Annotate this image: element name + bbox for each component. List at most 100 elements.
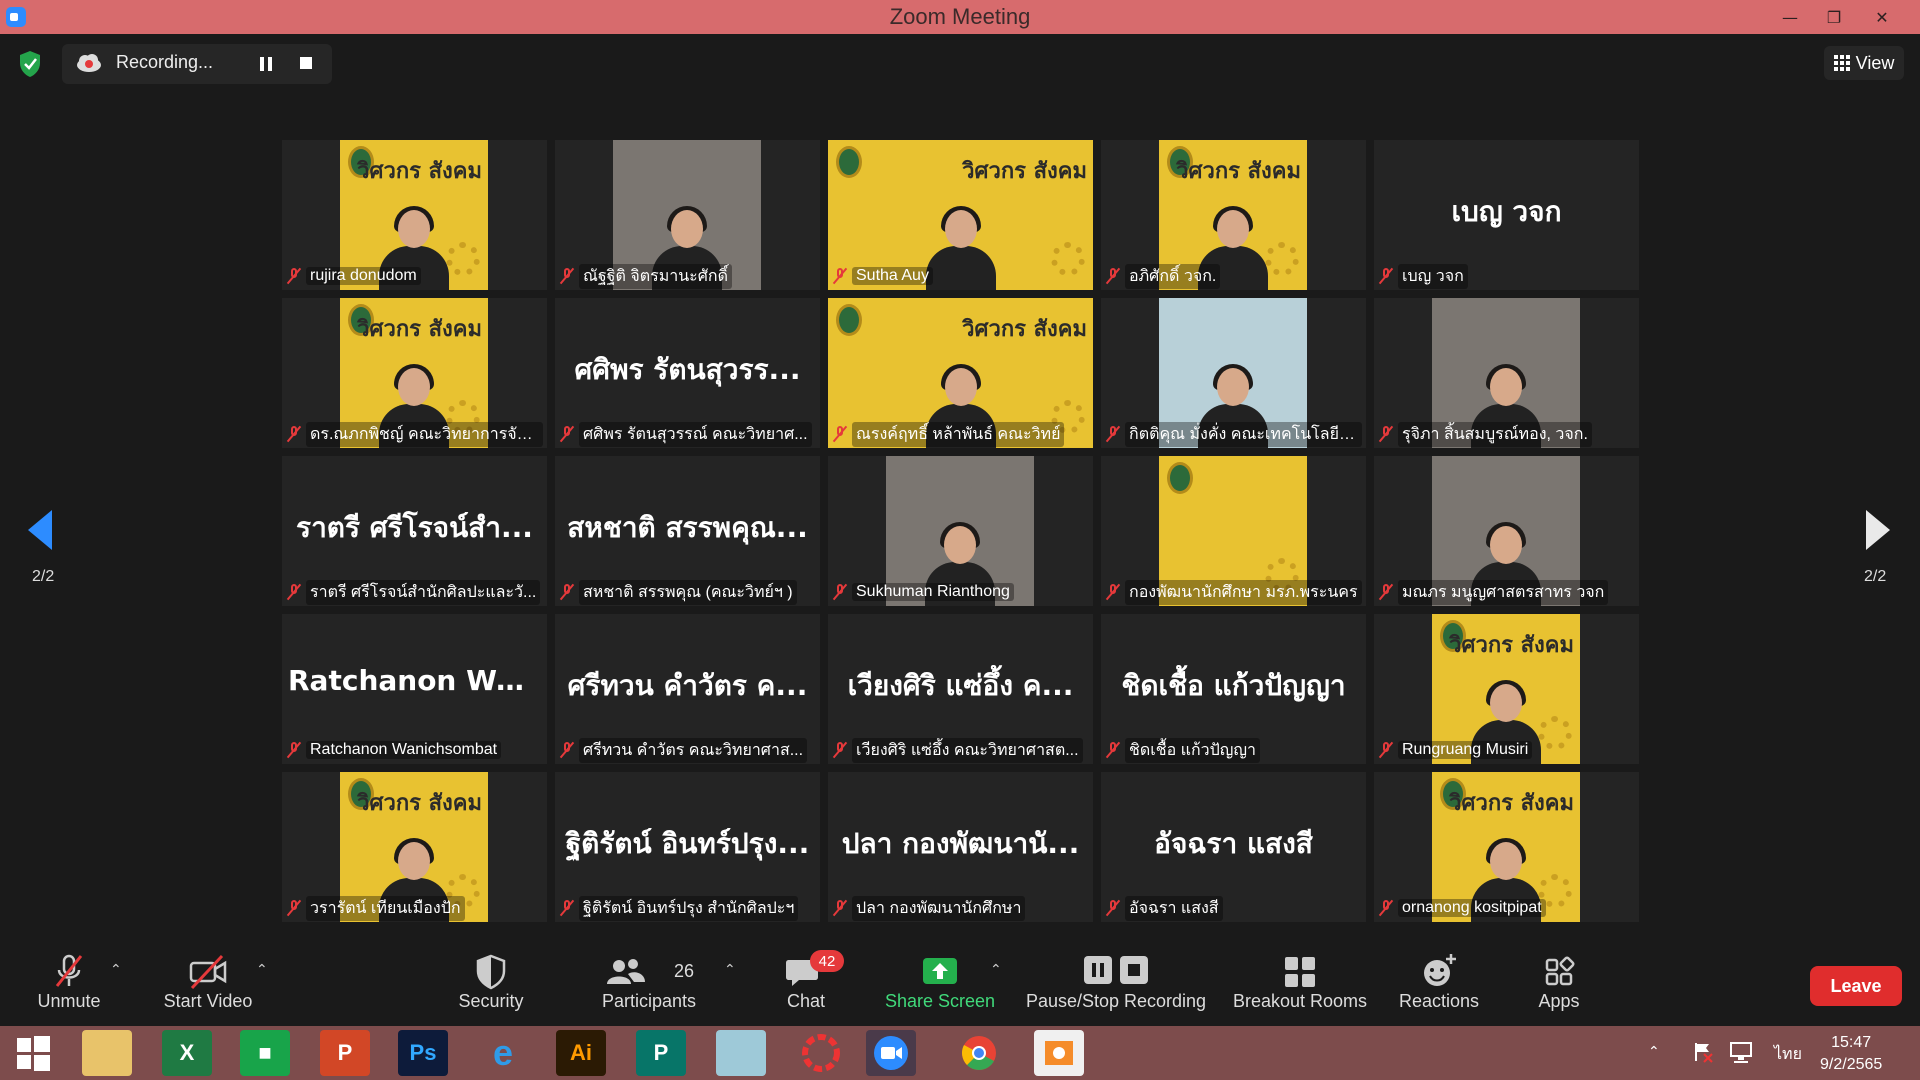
reactions-button[interactable]: Reactions bbox=[1374, 946, 1504, 1020]
powerpoint-icon[interactable]: P bbox=[320, 1030, 370, 1076]
illustrator-icon[interactable]: Ai bbox=[556, 1030, 606, 1076]
participant-video-tile[interactable]: วิศวกร สังคม ณรงค์ฤทธิ์ หล้าพันธ์ คณะวิทย… bbox=[828, 298, 1093, 448]
participant-video-tile[interactable]: วิศวกร สังคม ornanong kositpipat bbox=[1374, 772, 1639, 922]
video-options-chevron-icon[interactable]: ⌃ bbox=[256, 962, 268, 978]
participant-video-tile[interactable]: วิศวกร สังคม อภิศักดิ์ วจก. bbox=[1101, 140, 1366, 290]
share-screen-button[interactable]: Share Screen bbox=[875, 946, 1005, 1020]
show-hidden-icons-icon[interactable]: ⌃ bbox=[1648, 1044, 1660, 1060]
next-page-arrow-icon[interactable] bbox=[1866, 510, 1890, 550]
participant-video-tile[interactable]: สหชาติ สรรพคุณ... สหชาติ สรรพคุณ (คณะวิทย… bbox=[555, 456, 820, 606]
photoscape-icon[interactable] bbox=[796, 1030, 846, 1076]
network-icon[interactable] bbox=[1728, 1040, 1754, 1064]
muted-microphone-icon bbox=[1378, 267, 1394, 285]
windows-start-icon[interactable] bbox=[8, 1030, 58, 1076]
participant-name-label: ศรีทวน คำวัตร คณะวิทยาศาส... bbox=[559, 737, 816, 763]
participant-name: ศศิพร รัตนสุวรรณ์ คณะวิทยาศ... bbox=[579, 421, 812, 447]
breakout-rooms-button[interactable]: Breakout Rooms bbox=[1224, 946, 1376, 1020]
photo-viewer-icon[interactable] bbox=[1034, 1030, 1084, 1076]
apps-button[interactable]: Apps bbox=[1494, 946, 1624, 1020]
participant-name-label: เบญ วจก bbox=[1378, 263, 1635, 289]
participant-video-tile[interactable]: รุจิภา สิ้นสมบูรณ์ทอง, วจก. bbox=[1374, 298, 1639, 448]
participant-name-label: เวียงศิริ แซ่อึ้ง คณะวิทยาศาสต... bbox=[832, 737, 1089, 763]
university-seal-icon bbox=[836, 146, 862, 178]
participant-video-tile[interactable]: ศรีทวน คำวัตร ค... ศรีทวน คำวัตร คณะวิทยา… bbox=[555, 614, 820, 764]
participant-video-tile[interactable]: Ratchanon Wan... Ratchanon Wanichsombat bbox=[282, 614, 547, 764]
participant-name-label: ornanong kositpipat bbox=[1378, 896, 1635, 920]
participant-video-tile[interactable]: ราตรี ศรีโรจน์สำ... ราตรี ศรีโรจน์สำนักศิ… bbox=[282, 456, 547, 606]
encryption-shield-icon[interactable] bbox=[18, 50, 42, 78]
zoom-taskbar-icon[interactable] bbox=[866, 1030, 916, 1076]
participant-name-label: สหชาติ สรรพคุณ (คณะวิทย์ฯ ) bbox=[559, 579, 816, 605]
participant-video-tile[interactable]: กิตติคุณ มั่งคั่ง คณะเทคโนโลยีอุ... bbox=[1101, 298, 1366, 448]
participant-name: ศรีทวน คำวัตร คณะวิทยาศาส... bbox=[579, 737, 808, 763]
publisher-icon[interactable]: P bbox=[636, 1030, 686, 1076]
muted-microphone-icon bbox=[286, 267, 302, 285]
participant-video-tile[interactable]: Sukhuman Rianthong bbox=[828, 456, 1093, 606]
file-explorer-icon[interactable] bbox=[82, 1030, 132, 1076]
notepad-icon[interactable] bbox=[716, 1030, 766, 1076]
participant-video-tile[interactable]: มณภร มนูญศาสตรสาทร วจก bbox=[1374, 456, 1639, 606]
participant-name-label: รุจิภา สิ้นสมบูรณ์ทอง, วจก. bbox=[1378, 421, 1635, 447]
close-icon[interactable]: ✕ bbox=[1860, 0, 1904, 34]
participant-name: วรารัตน์ เทียนเมืองปัก bbox=[306, 895, 465, 921]
muted-microphone-icon bbox=[832, 425, 848, 443]
previous-page-arrow-icon[interactable] bbox=[28, 510, 52, 550]
muted-microphone-icon bbox=[1105, 425, 1121, 443]
zoom-app-icon bbox=[6, 7, 26, 27]
action-center-flag-icon[interactable] bbox=[1690, 1040, 1714, 1064]
participant-name-label: ดร.ณภกพิชญ์ คณะวิทยาการจัด... bbox=[286, 421, 543, 447]
internet-explorer-icon[interactable]: e bbox=[478, 1030, 528, 1076]
participant-video-tile[interactable]: วิศวกร สังคม วรารัตน์ เทียนเมืองปัก bbox=[282, 772, 547, 922]
participant-video-tile[interactable]: อัจฉรา แสงสี อัจฉรา แสงสี bbox=[1101, 772, 1366, 922]
minimize-icon[interactable]: — bbox=[1768, 0, 1812, 34]
security-label: Security bbox=[458, 991, 524, 1011]
input-language[interactable]: ไทย bbox=[1774, 1042, 1802, 1067]
participant-video-tile[interactable]: ปลา กองพัฒนานั... ปลา กองพัฒนานักศึกษา bbox=[828, 772, 1093, 922]
participant-display-name: สหชาติ สรรพคุณ... bbox=[567, 511, 808, 544]
restore-icon[interactable]: ❐ bbox=[1812, 0, 1856, 34]
audio-options-chevron-icon[interactable]: ⌃ bbox=[110, 962, 122, 978]
chat-unread-badge: 42 bbox=[810, 950, 844, 972]
participant-name-label: ณัฐฐิติ จิตรมานะศักดิ์ bbox=[559, 263, 816, 289]
leave-button[interactable]: Leave bbox=[1810, 966, 1902, 1006]
participants-button[interactable]: Participants bbox=[584, 946, 714, 1020]
participant-video-tile[interactable]: วิศวกร สังคม Rungruang Musiri bbox=[1374, 614, 1639, 764]
muted-microphone-icon bbox=[1105, 583, 1121, 601]
participant-video-tile[interactable]: วิศวกร สังคม ดร.ณภกพิชญ์ คณะวิทยาการจัด..… bbox=[282, 298, 547, 448]
participants-label: Participants bbox=[601, 991, 697, 1011]
security-shield-icon bbox=[476, 954, 506, 990]
participant-video-tile[interactable]: วิศวกร สังคม rujira donudom bbox=[282, 140, 547, 290]
participant-name: อัจฉรา แสงสี bbox=[1125, 895, 1223, 921]
pause-recording-icon[interactable] bbox=[258, 56, 274, 72]
chrome-icon[interactable] bbox=[954, 1030, 1004, 1076]
participant-video-tile[interactable]: ศศิพร รัตนสุวรร... ศศิพร รัตนสุวรรณ์ คณะว… bbox=[555, 298, 820, 448]
participants-options-chevron-icon[interactable]: ⌃ bbox=[724, 962, 736, 978]
excel-icon[interactable]: X bbox=[162, 1030, 212, 1076]
taskbar-clock[interactable]: 15:47 9/2/2565 bbox=[1820, 1032, 1882, 1076]
pause-stop-recording-button[interactable]: Pause/Stop Recording bbox=[1021, 946, 1211, 1020]
store-icon[interactable]: ■ bbox=[240, 1030, 290, 1076]
participant-video-tile[interactable]: เวียงศิริ แซ่อึ้ง ค... เวียงศิริ แซ่อึ้ง … bbox=[828, 614, 1093, 764]
photoshop-icon[interactable]: Ps bbox=[398, 1030, 448, 1076]
participant-video-tile[interactable]: วิศวกร สังคม Sutha Auy bbox=[828, 140, 1093, 290]
participant-video-tile[interactable]: ชิดเชื้อ แก้วปัญญา ชิดเชื้อ แก้วปัญญา bbox=[1101, 614, 1366, 764]
participant-display-name: Ratchanon Wan... bbox=[288, 664, 547, 697]
start-video-button[interactable]: Start Video bbox=[143, 946, 273, 1020]
security-button[interactable]: Security bbox=[426, 946, 556, 1020]
view-button[interactable]: View bbox=[1824, 46, 1904, 80]
muted-microphone-icon bbox=[1378, 741, 1394, 759]
participant-name: รุจิภา สิ้นสมบูรณ์ทอง, วจก. bbox=[1398, 421, 1592, 447]
participant-video-tile[interactable]: เบญ วจก เบญ วจก bbox=[1374, 140, 1639, 290]
participant-video-tile[interactable]: ฐิติรัตน์ อินทร์ปรุง... ฐิติรัตน์ อินทร์ป… bbox=[555, 772, 820, 922]
virtual-background-poster: วิศวกร สังคม bbox=[1176, 158, 1301, 184]
share-options-chevron-icon[interactable]: ⌃ bbox=[990, 962, 1002, 978]
unmute-button[interactable]: Unmute bbox=[4, 946, 134, 1020]
participant-video-tile[interactable]: กองพัฒนานักศึกษา มรภ.พระนคร bbox=[1101, 456, 1366, 606]
participant-video-tile[interactable]: ณัฐฐิติ จิตรมานะศักดิ์ bbox=[555, 140, 820, 290]
muted-microphone-icon bbox=[1378, 583, 1394, 601]
chat-button[interactable]: Chat bbox=[741, 946, 871, 1020]
stop-recording-icon[interactable] bbox=[300, 57, 312, 69]
share-screen-icon bbox=[923, 958, 957, 984]
participant-name: กองพัฒนานักศึกษา มรภ.พระนคร bbox=[1125, 579, 1362, 605]
muted-microphone-icon bbox=[832, 899, 848, 917]
